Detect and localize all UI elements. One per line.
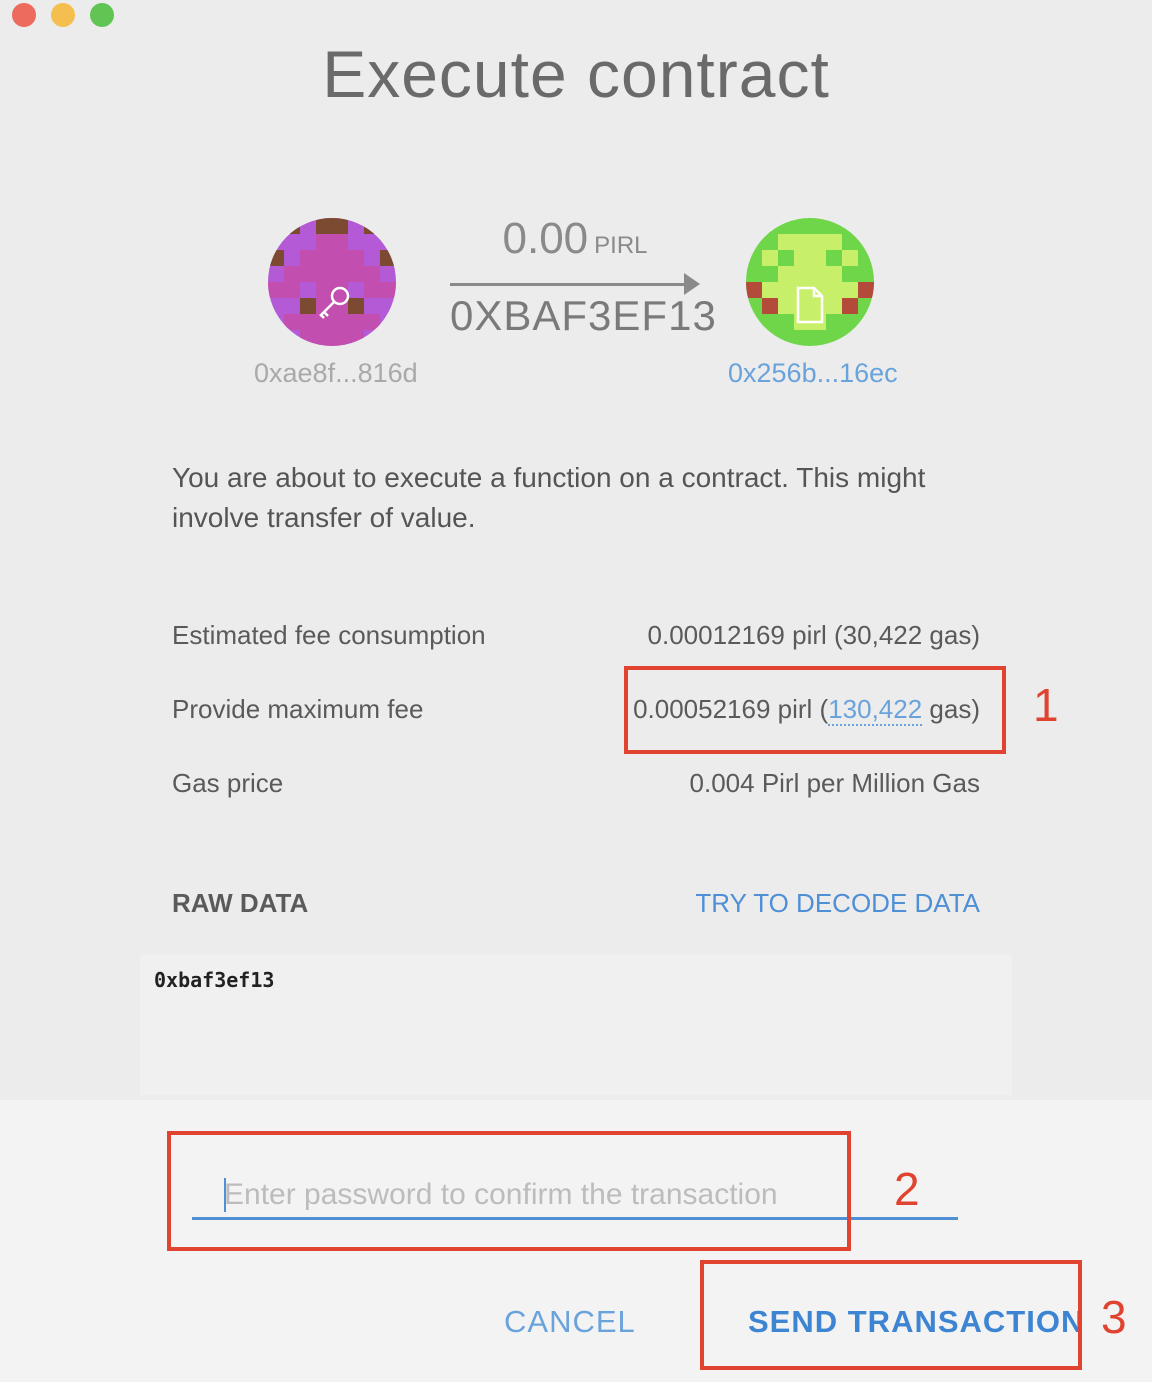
max-fee-label: Provide maximum fee [172, 694, 424, 724]
cancel-button[interactable]: CANCEL [504, 1304, 636, 1340]
to-contract-avatar[interactable] [746, 218, 874, 346]
raw-data-value: 0xbaf3ef13 [154, 968, 275, 992]
close-window-button[interactable] [12, 3, 36, 27]
gas-price-value: 0.004 Pirl per Million Gas [689, 768, 980, 798]
key-icon [319, 286, 350, 319]
transfer-amount: 0.00 PIRL [450, 214, 700, 264]
annotation-box-3 [700, 1260, 1082, 1370]
minimize-window-button[interactable] [51, 3, 75, 27]
function-name: 0XBAF3EF13 [450, 292, 717, 339]
annotation-number-1: 1 [1033, 679, 1059, 731]
decode-data-link[interactable]: TRY TO DECODE DATA [695, 888, 980, 919]
raw-data-label: RAW DATA [172, 888, 309, 918]
estimated-fee-value: 0.00012169 pirl (30,422 gas) [647, 620, 980, 650]
gas-price-row: Gas price 0.004 Pirl per Million Gas [172, 768, 980, 808]
amount-unit: PIRL [594, 232, 648, 259]
annotation-box-1 [624, 666, 1006, 754]
to-identicon [746, 218, 874, 346]
execute-contract-window: Execute contract 0xae8f...816d 0.00 PIRL… [0, 0, 1152, 1382]
document-icon [796, 286, 824, 324]
page-title: Execute contract [322, 37, 830, 111]
estimated-fee-label: Estimated fee consumption [172, 620, 486, 650]
gas-price-label: Gas price [172, 768, 284, 798]
maximize-window-button[interactable] [90, 3, 114, 27]
transfer-arrow [450, 283, 686, 286]
from-address: 0xae8f...816d [254, 358, 418, 388]
annotation-number-3: 3 [1101, 1291, 1127, 1343]
estimated-fee-row: Estimated fee consumption 0.00012169 pir… [172, 620, 980, 660]
to-address-link[interactable]: 0x256b...16ec [728, 358, 898, 389]
annotation-box-2 [167, 1131, 851, 1251]
from-account-avatar [268, 218, 396, 346]
window-controls [12, 3, 114, 27]
transaction-description: You are about to execute a function on a… [172, 462, 926, 533]
amount-value: 0.00 [502, 214, 589, 263]
annotation-number-2: 2 [894, 1163, 920, 1215]
